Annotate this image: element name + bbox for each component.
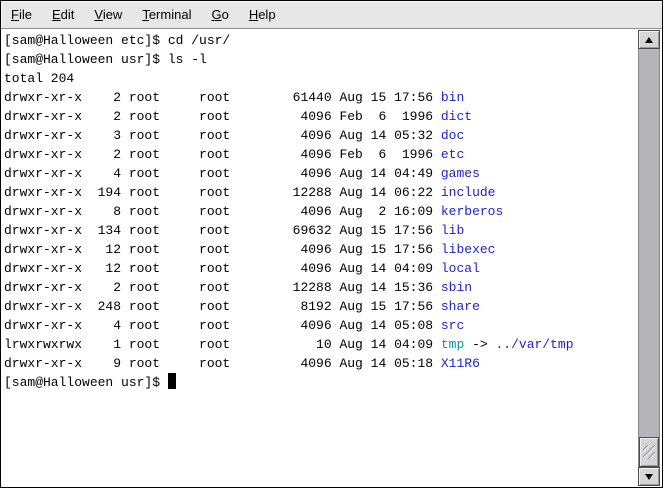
terminal-line: drwxr-xr-x 134 root root 69632 Aug 15 17…	[4, 221, 633, 240]
output-text: drwxr-xr-x 8 root root 4096 Aug 2 16:09	[4, 204, 441, 219]
scrollbar-thumb[interactable]	[639, 437, 659, 467]
terminal-line: [sam@Halloween usr]$ ls -l	[4, 50, 633, 69]
terminal-line: drwxr-xr-x 9 root root 4096 Aug 14 05:18…	[4, 354, 633, 373]
terminal-line: drwxr-xr-x 3 root root 4096 Aug 14 05:32…	[4, 126, 633, 145]
symlink-name: tmp	[441, 337, 464, 352]
output-text: ->	[464, 337, 495, 352]
output-text: drwxr-xr-x 3 root root 4096 Aug 14 05:32	[4, 128, 441, 143]
terminal-line: drwxr-xr-x 2 root root 4096 Feb 6 1996 d…	[4, 107, 633, 126]
output-text: drwxr-xr-x 12 root root 4096 Aug 15 17:5…	[4, 242, 441, 257]
menu-item-terminal[interactable]: Terminal	[132, 1, 201, 28]
terminal-window: FileEditViewTerminalGoHelp [sam@Hallowee…	[0, 0, 663, 488]
thumb-grip-icon	[643, 445, 655, 459]
terminal-cursor	[168, 373, 176, 389]
terminal-line: drwxr-xr-x 2 root root 4096 Feb 6 1996 e…	[4, 145, 633, 164]
directory-name: ../var/tmp	[496, 337, 574, 352]
output-text: drwxr-xr-x 4 root root 4096 Aug 14 04:49	[4, 166, 441, 181]
terminal-line: [sam@Halloween etc]$ cd /usr/	[4, 31, 633, 50]
output-text: [sam@Halloween etc]$ cd /usr/	[4, 33, 230, 48]
menu-bar: FileEditViewTerminalGoHelp	[1, 1, 662, 29]
scrollbar-down-button[interactable]	[638, 467, 660, 486]
terminal-line: drwxr-xr-x 194 root root 12288 Aug 14 06…	[4, 183, 633, 202]
directory-name: libexec	[441, 242, 496, 257]
directory-name: games	[441, 166, 480, 181]
output-text: drwxr-xr-x 2 root root 12288 Aug 14 15:3…	[4, 280, 441, 295]
directory-name: dict	[441, 109, 472, 124]
terminal-line: drwxr-xr-x 4 root root 4096 Aug 14 04:49…	[4, 164, 633, 183]
terminal-line: total 204	[4, 69, 633, 88]
output-text: drwxr-xr-x 134 root root 69632 Aug 15 17…	[4, 223, 441, 238]
output-text: lrwxrwxrwx 1 root root 10 Aug 14 04:09	[4, 337, 441, 352]
menu-item-edit[interactable]: Edit	[42, 1, 84, 28]
output-text: drwxr-xr-x 2 root root 61440 Aug 15 17:5…	[4, 90, 441, 105]
output-text: drwxr-xr-x 248 root root 8192 Aug 15 17:…	[4, 299, 441, 314]
directory-name: X11R6	[441, 356, 480, 371]
output-text: drwxr-xr-x 12 root root 4096 Aug 14 04:0…	[4, 261, 441, 276]
directory-name: include	[441, 185, 496, 200]
terminal-line: drwxr-xr-x 248 root root 8192 Aug 15 17:…	[4, 297, 633, 316]
output-text: total 204	[4, 71, 74, 86]
window-content: [sam@Halloween etc]$ cd /usr/ [sam@Hallow…	[1, 29, 662, 487]
terminal-line: drwxr-xr-x 4 root root 4096 Aug 14 05:08…	[4, 316, 633, 335]
up-arrow-icon	[645, 37, 653, 43]
menu-item-file[interactable]: File	[1, 1, 42, 28]
menu-item-go[interactable]: Go	[201, 1, 238, 28]
scrollbar-inner	[638, 30, 660, 486]
directory-name: src	[441, 318, 464, 333]
output-text: drwxr-xr-x 4 root root 4096 Aug 14 05:08	[4, 318, 441, 333]
terminal-screen[interactable]: [sam@Halloween etc]$ cd /usr/ [sam@Hallow…	[1, 29, 633, 487]
directory-name: etc	[441, 147, 464, 162]
output-text: drwxr-xr-x 2 root root 4096 Feb 6 1996	[4, 147, 441, 162]
terminal-line: drwxr-xr-x 12 root root 4096 Aug 14 04:0…	[4, 259, 633, 278]
directory-name: doc	[441, 128, 464, 143]
menu-item-help[interactable]: Help	[239, 1, 286, 28]
terminal-line: drwxr-xr-x 2 root root 61440 Aug 15 17:5…	[4, 88, 633, 107]
output-text: [sam@Halloween usr]$	[4, 375, 168, 390]
directory-name: lib	[441, 223, 464, 238]
directory-name: bin	[441, 90, 464, 105]
directory-name: sbin	[441, 280, 472, 295]
output-text: drwxr-xr-x 2 root root 4096 Feb 6 1996	[4, 109, 441, 124]
directory-name: share	[441, 299, 480, 314]
terminal-line: drwxr-xr-x 2 root root 12288 Aug 14 15:3…	[4, 278, 633, 297]
output-text: [sam@Halloween usr]$ ls -l	[4, 52, 207, 67]
directory-name: kerberos	[441, 204, 503, 219]
menu-item-view[interactable]: View	[84, 1, 132, 28]
output-text: drwxr-xr-x 194 root root 12288 Aug 14 06…	[4, 185, 441, 200]
scrollbar-up-button[interactable]	[638, 30, 660, 49]
terminal-line: lrwxrwxrwx 1 root root 10 Aug 14 04:09 t…	[4, 335, 633, 354]
terminal-line: drwxr-xr-x 12 root root 4096 Aug 15 17:5…	[4, 240, 633, 259]
output-text: drwxr-xr-x 9 root root 4096 Aug 14 05:18	[4, 356, 441, 371]
scrollbar	[633, 29, 662, 487]
scrollbar-track[interactable]	[638, 49, 660, 467]
terminal-line: drwxr-xr-x 8 root root 4096 Aug 2 16:09 …	[4, 202, 633, 221]
terminal-line: [sam@Halloween usr]$	[4, 373, 633, 392]
directory-name: local	[441, 261, 480, 276]
down-arrow-icon	[645, 474, 653, 480]
